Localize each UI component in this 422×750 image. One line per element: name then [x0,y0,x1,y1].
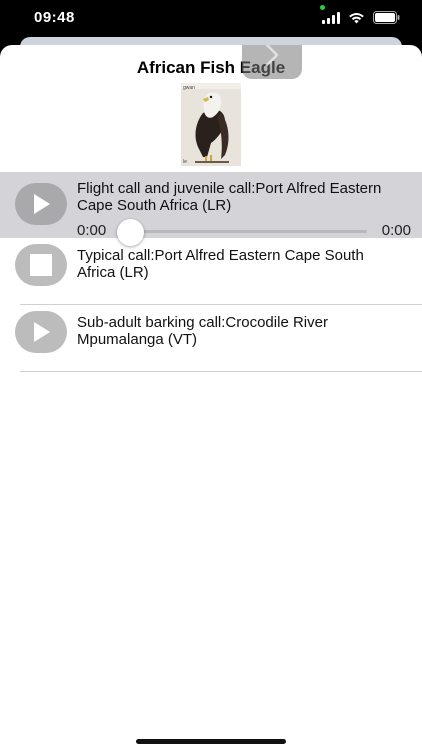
status-time: 09:48 [34,9,75,26]
call-label: Flight call and juvenile call:Port Alfre… [77,180,382,214]
signal-icon [320,4,340,24]
call-row-typical-call[interactable]: Typical call:Port Alfred Eastern Cape So… [0,238,422,304]
playback-slider-track[interactable] [124,230,367,233]
image-caption-top: gwan [183,85,195,91]
status-bar: 09:48 [0,0,422,40]
stop-icon [30,254,52,276]
play-button[interactable] [15,311,67,353]
home-indicator [136,739,286,744]
battery-icon [373,11,400,24]
stop-button[interactable] [15,244,67,286]
call-label: Sub-adult barking call:Crocodile River M… [77,314,328,348]
call-row-barking-call[interactable]: Sub-adult barking call:Crocodile River M… [0,305,422,371]
play-button[interactable] [15,183,67,225]
play-icon [34,322,50,342]
row-divider [20,371,422,372]
duration-time: 0:00 [381,222,411,239]
image-caption-bottom: le [183,159,187,165]
call-row-flight-call[interactable]: Flight call and juvenile call:Port Alfre… [0,172,422,246]
modal-sheet: African Fish Eagle gwan le Flight call a… [0,45,422,750]
wifi-icon [348,12,365,24]
status-icons [320,4,400,24]
species-image: gwan le [181,83,241,166]
next-species-button[interactable] [242,45,302,79]
play-icon [34,194,50,214]
call-label: Typical call:Port Alfred Eastern Cape So… [77,247,364,281]
chevron-right-icon [265,45,279,67]
elapsed-time: 0:00 [77,222,107,239]
species-title: African Fish Eagle [136,58,286,77]
